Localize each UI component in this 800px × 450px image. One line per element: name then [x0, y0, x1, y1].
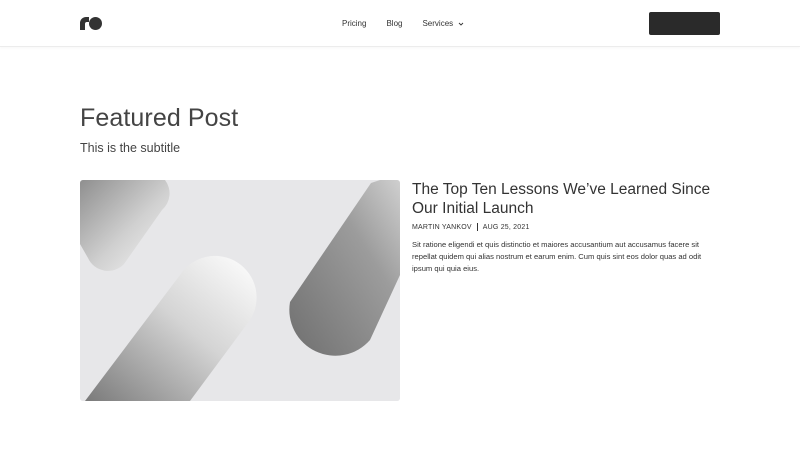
page-subtitle: This is the subtitle — [80, 141, 181, 155]
cta-button[interactable] — [649, 12, 720, 35]
top-navbar: Pricing Blog Services — [0, 0, 800, 47]
nav-link-blog[interactable]: Blog — [386, 19, 402, 29]
nav-link-services[interactable]: Services — [422, 19, 464, 29]
post-excerpt: Sit ratione eligendi et quis distinctio … — [412, 240, 702, 273]
nav-link-pricing[interactable]: Pricing — [342, 19, 366, 29]
nav-link-services-label: Services — [422, 19, 454, 28]
post-meta: MARTIN YANKOV AUG 25, 2021 — [412, 223, 530, 231]
post-date: AUG 25, 2021 — [482, 223, 530, 231]
post-title[interactable]: The Top Ten Lessons We’ve Learned Since … — [412, 180, 732, 218]
meta-divider — [476, 223, 478, 231]
page-title: Featured Post — [80, 104, 239, 132]
chevron-down-icon — [458, 22, 464, 26]
logo-icon[interactable] — [80, 17, 102, 30]
post-author[interactable]: MARTIN YANKOV — [412, 224, 472, 231]
featured-post-image[interactable] — [80, 180, 400, 401]
abstract-shapes-illustration — [80, 180, 400, 401]
main-nav: Pricing Blog Services — [342, 19, 464, 29]
